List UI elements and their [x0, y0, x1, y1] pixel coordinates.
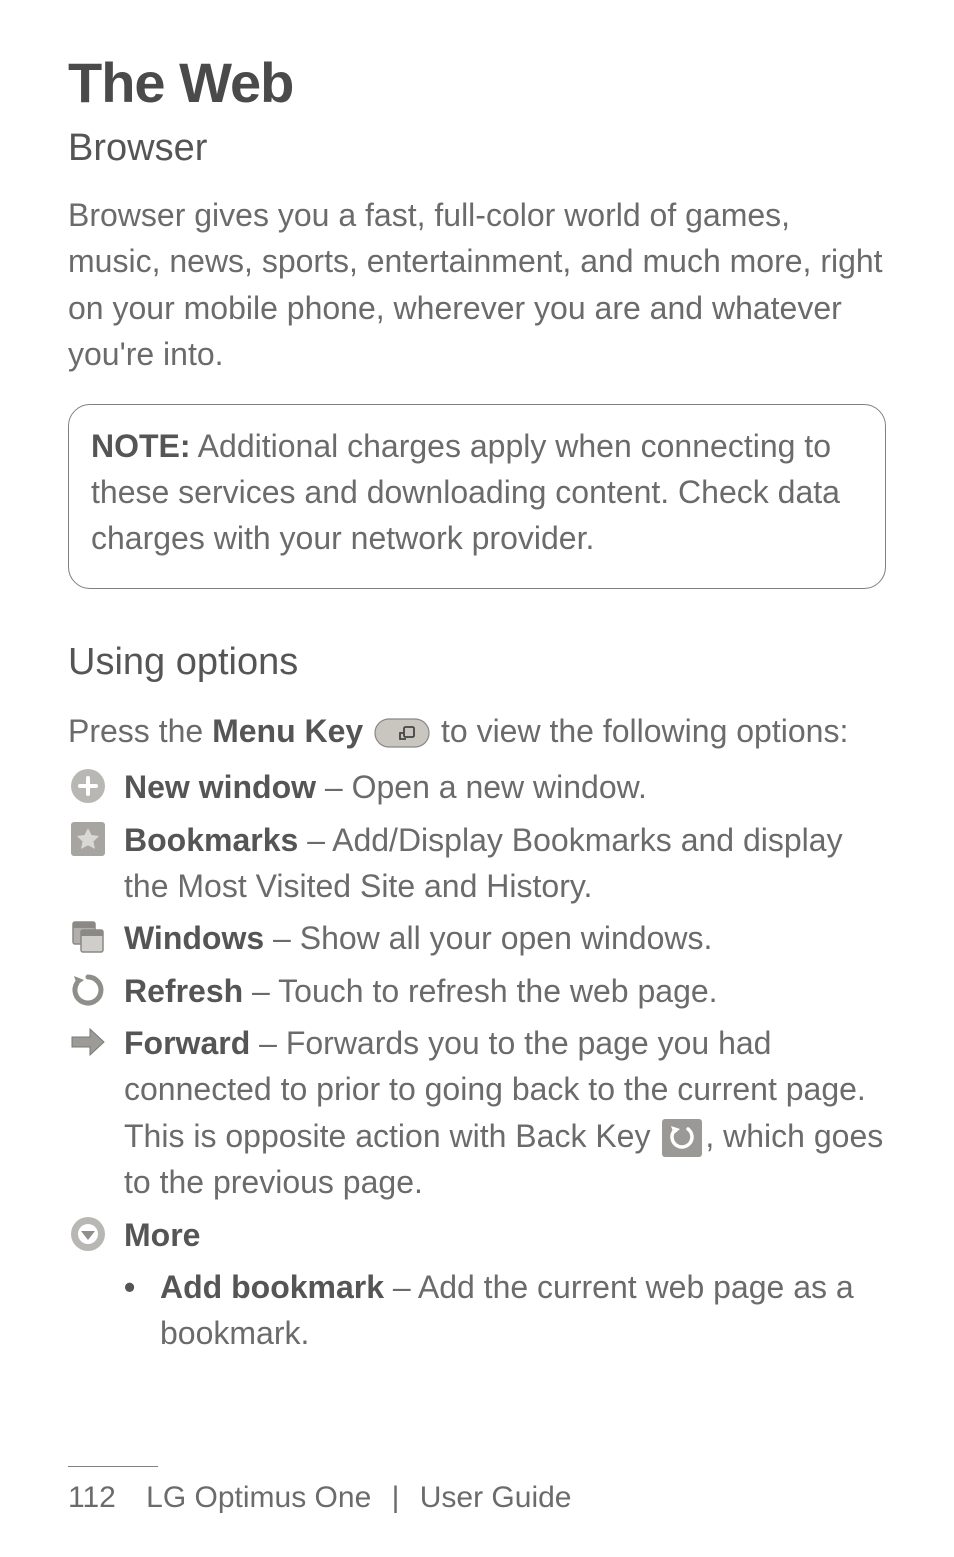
options-intro-pre: Press the — [68, 713, 212, 749]
options-intro: Press the Menu Key to view the following… — [68, 708, 886, 754]
note-text: Additional charges apply when connecting… — [91, 428, 840, 557]
option-refresh: Refresh – Touch to refresh the web page. — [68, 968, 886, 1014]
footer-rule — [68, 1466, 158, 1467]
windows-stack-icon — [68, 917, 108, 957]
option-new-window: New window – Open a new window. — [68, 764, 886, 810]
option-desc: – Open a new window. — [316, 769, 647, 805]
page-number: 112 — [68, 1481, 116, 1515]
footer-separator: | — [392, 1481, 400, 1514]
option-windows: Windows – Show all your open windows. — [68, 915, 886, 961]
section-using-options: Using options — [68, 641, 886, 684]
options-list: New window – Open a new window. Bookmark… — [68, 764, 886, 1258]
option-label: New window — [124, 769, 316, 805]
option-bookmarks: Bookmarks – Add/Display Bookmarks and di… — [68, 817, 886, 910]
forward-arrow-icon — [68, 1022, 108, 1062]
sub-add-bookmark: Add bookmark – Add the current web page … — [124, 1264, 886, 1357]
plus-circle-icon — [68, 766, 108, 806]
option-label: More — [124, 1217, 200, 1253]
note-label: NOTE: — [91, 428, 191, 464]
intro-paragraph: Browser gives you a fast, full-color wor… — [68, 192, 886, 378]
option-label: Windows — [124, 920, 264, 956]
option-forward: Forward – Forwards you to the page you h… — [68, 1020, 886, 1206]
options-intro-post: to view the following options: — [441, 713, 848, 749]
more-circle-icon — [68, 1214, 108, 1254]
option-label: Refresh — [124, 973, 243, 1009]
options-intro-menukey: Menu Key — [212, 713, 363, 749]
page-title: The Web — [68, 50, 886, 115]
option-label: Bookmarks — [124, 822, 298, 858]
subtitle-browser: Browser — [68, 127, 886, 170]
more-sublist: Add bookmark – Add the current web page … — [68, 1264, 886, 1357]
back-key-icon — [661, 1118, 703, 1158]
star-square-icon — [68, 819, 108, 859]
option-more: More — [68, 1212, 886, 1258]
option-desc: – Touch to refresh the web page. — [243, 973, 717, 1009]
footer-text: 112 LG Optimus One | User Guide — [68, 1481, 886, 1515]
manual-page: The Web Browser Browser gives you a fast… — [0, 0, 954, 1557]
sub-label: Add bookmark — [160, 1269, 384, 1305]
footer-product: LG Optimus One — [146, 1481, 371, 1514]
option-desc: – Show all your open windows. — [264, 920, 712, 956]
refresh-icon — [68, 970, 108, 1010]
menu-key-icon — [374, 718, 430, 748]
option-label: Forward — [124, 1025, 250, 1061]
note-box: NOTE: Additional charges apply when conn… — [68, 404, 886, 589]
footer-doc: User Guide — [420, 1481, 572, 1514]
page-footer: 112 LG Optimus One | User Guide — [68, 1466, 886, 1515]
